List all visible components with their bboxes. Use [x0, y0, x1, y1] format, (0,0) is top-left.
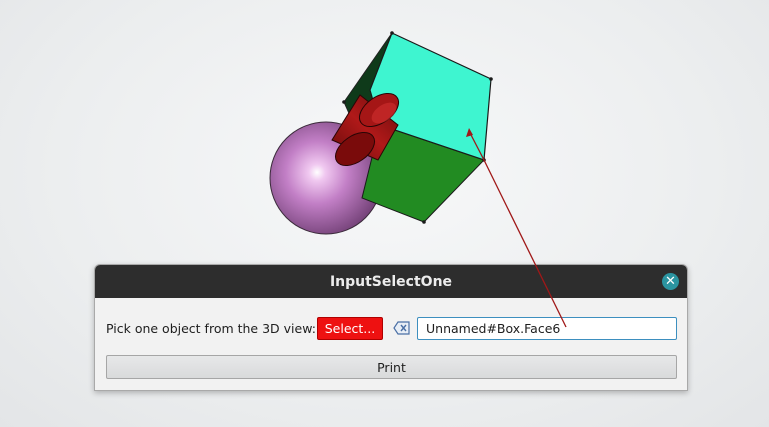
print-button[interactable]: Print	[106, 355, 677, 379]
close-icon[interactable]: ✕	[662, 273, 679, 290]
input-select-one-dialog: InputSelectOne ✕ Pick one object from th…	[94, 264, 688, 391]
dialog-title: InputSelectOne	[329, 273, 453, 290]
prompt-label: Pick one object from the 3D view:	[106, 321, 316, 336]
dialog-titlebar[interactable]: InputSelectOne ✕	[95, 265, 687, 298]
select-button[interactable]: Select...	[317, 317, 383, 340]
selection-field[interactable]	[417, 317, 677, 340]
clear-selection-icon[interactable]	[393, 321, 411, 335]
